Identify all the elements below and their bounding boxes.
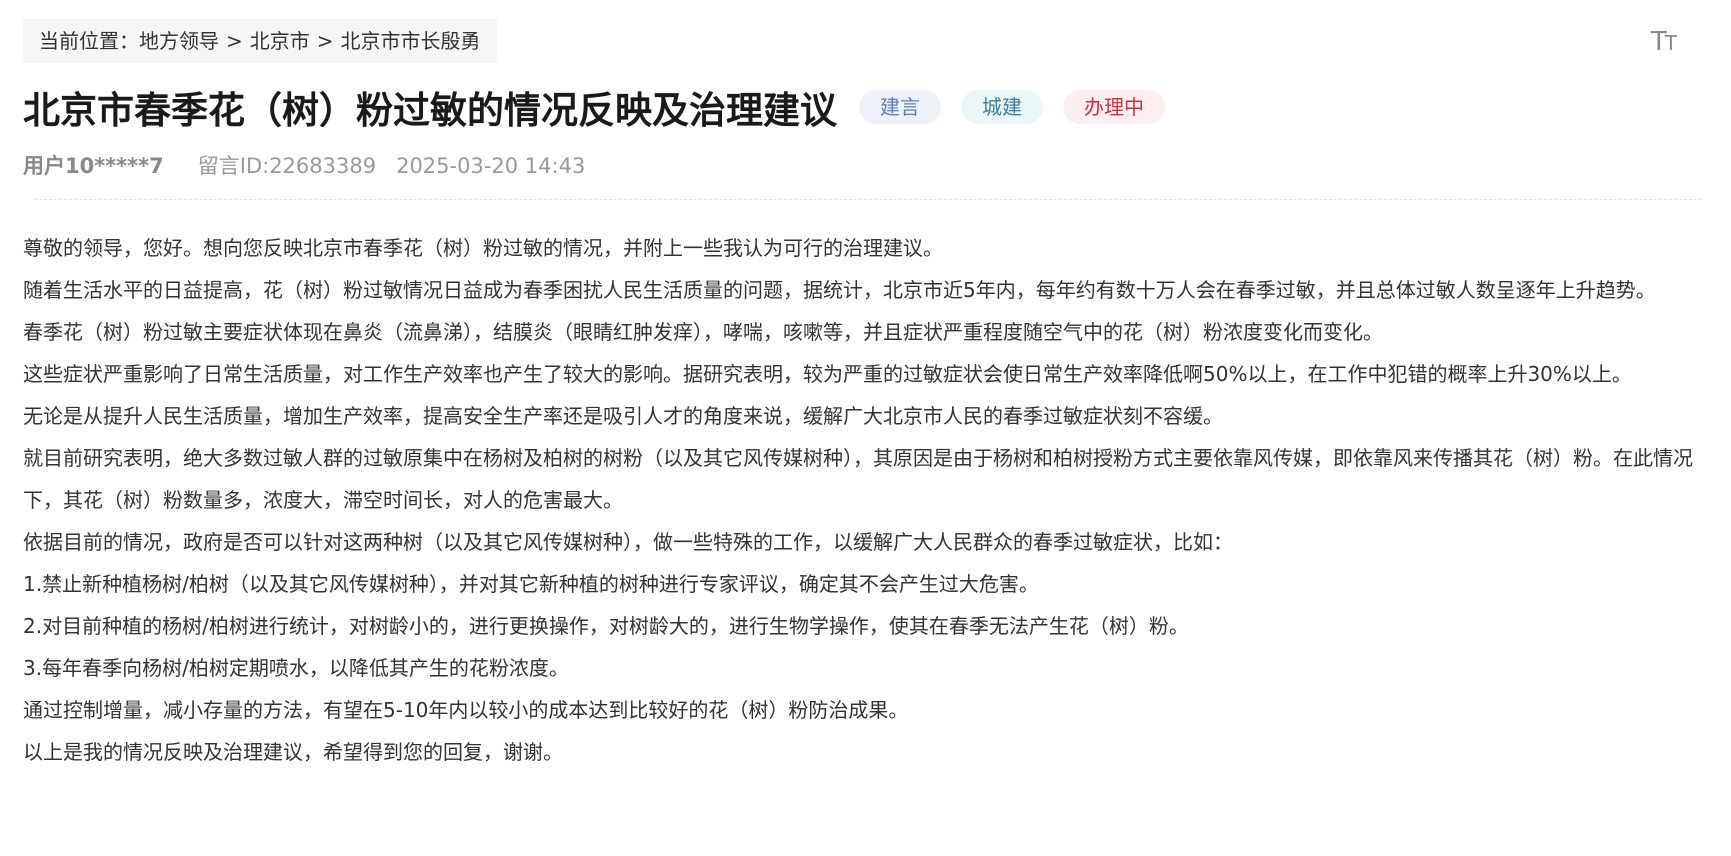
divider (34, 199, 1702, 200)
article-body: 尊敬的领导，您好。想向您反映北京市春季花（树）粉过敏的情况，并附上一些我认为可行… (23, 227, 1693, 773)
page-title: 北京市春季花（树）粉过敏的情况反映及治理建议 (23, 89, 837, 132)
author-name: 用户10*****7 (23, 154, 164, 178)
paragraph: 2.对目前种植的杨树/柏树进行统计，对树龄小的，进行更换操作，对树龄大的，进行生… (23, 614, 1189, 638)
breadcrumb-item-region[interactable]: 地方领导 (139, 29, 219, 53)
text-size-icon-small-t: T (1664, 31, 1677, 55)
post-datetime: 2025-03-20 14:43 (396, 154, 586, 178)
breadcrumb-separator: > (226, 29, 243, 53)
tag-domain: 城建 (961, 90, 1043, 124)
title-row: 北京市春季花（树）粉过敏的情况反映及治理建议 建言 城建 办理中 (23, 83, 1713, 132)
paragraph: 以上是我的情况反映及治理建议，希望得到您的回复，谢谢。 (23, 740, 563, 764)
breadcrumb-item-mayor[interactable]: 北京市市长殷勇 (341, 29, 481, 53)
message-id: 留言ID:22683389 (197, 154, 377, 178)
breadcrumb-item-city[interactable]: 北京市 (250, 29, 310, 53)
breadcrumb-separator: > (316, 29, 334, 53)
paragraph: 依据目前的情况，政府是否可以针对这两种树（以及其它风传媒树种），做一些特殊的工作… (23, 530, 1233, 554)
paragraph: 通过控制增量，减小存量的方法，有望在5-10年内以较小的成本达到比较好的花（树）… (23, 698, 909, 722)
paragraph: 春季花（树）粉过敏主要症状体现在鼻炎（流鼻涕），结膜炎（眼睛红肿发痒），哮喘，咳… (23, 320, 1383, 344)
breadcrumb-prefix: 当前位置： (39, 29, 139, 53)
meta-row: 用户10*****7 留言ID:22683389 2025-03-20 14:43 (23, 151, 1713, 181)
page: 当前位置：地方领导 > 北京市 > 北京市市长殷勇 TT 北京市春季花（树）粉过敏的情况… (23, 19, 1713, 773)
breadcrumb: 当前位置：地方领导 > 北京市 > 北京市市长殷勇 (23, 19, 497, 63)
paragraph: 就目前研究表明，绝大多数过敏人群的过敏原集中在杨树及柏树的树粉（以及其它风传媒树… (23, 446, 1693, 512)
paragraph: 这些症状严重影响了日常生活质量，对工作生产效率也产生了较大的影响。据研究表明，较… (23, 362, 1632, 386)
paragraph: 随着生活水平的日益提高，花（树）粉过敏情况日益成为春季困扰人民生活质量的问题，据… (23, 278, 1656, 302)
tag-category: 建言 (859, 90, 941, 124)
paragraph: 3.每年春季向杨树/柏树定期喷水，以降低其产生的花粉浓度。 (23, 656, 569, 680)
paragraph: 1.禁止新种植杨树/柏树（以及其它风传媒树种），并对其它新种植的树种进行专家评议… (23, 572, 1039, 596)
text-size-icon[interactable]: TT (1651, 29, 1677, 55)
paragraph: 尊敬的领导，您好。想向您反映北京市春季花（树）粉过敏的情况，并附上一些我认为可行… (23, 236, 943, 260)
paragraph: 无论是从提升人民生活质量，增加生产效率，提高安全生产率还是吸引人才的角度来说，缓… (23, 404, 1223, 428)
status-badge: 办理中 (1063, 90, 1165, 124)
